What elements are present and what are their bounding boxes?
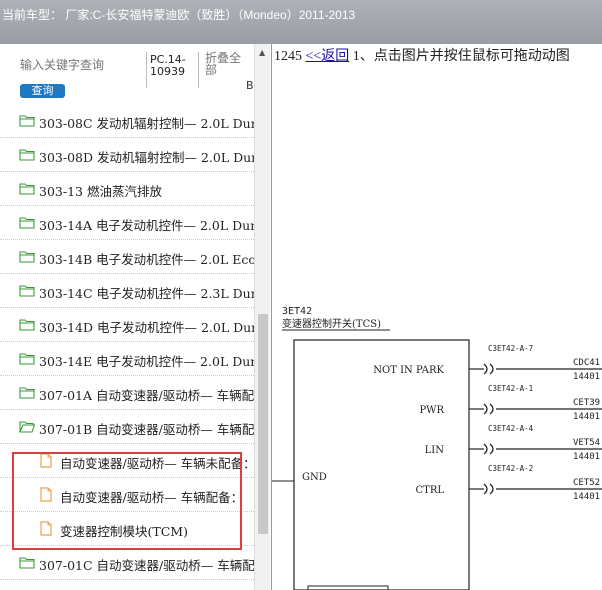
wire-code: CDC41 xyxy=(573,358,600,368)
left-scrollbar[interactable]: ▲ xyxy=(254,44,270,590)
gnd-label: GND xyxy=(302,472,327,483)
wire-number: 14401 xyxy=(573,412,600,422)
connector-symbol xyxy=(483,483,494,495)
truncated-text: B xyxy=(246,79,254,92)
component-id: 3ET42 xyxy=(282,306,312,317)
tree-item-label: 303-14D 电子发动机控件— 2.0L Durat xyxy=(39,320,254,335)
tree-item-label: 303-14B 电子发动机控件— 2.0L EcoB xyxy=(39,252,254,267)
wire-number: 14401 xyxy=(573,492,600,502)
connector-symbol xyxy=(483,403,494,415)
tree-item[interactable]: 307-01C 自动变速器/驱动桥— 车辆配 xyxy=(0,546,254,580)
pin-list: NOT IN PARK C3ET42-A-7 CDC41 14401 PWR C3ET42… xyxy=(373,344,602,502)
pc-code: PC.14-10939 xyxy=(150,53,186,78)
folder-icon xyxy=(19,353,35,365)
folder-icon xyxy=(19,115,35,127)
connector-label: C3ET42-A-4 xyxy=(488,424,534,433)
pin-label: CTRL xyxy=(416,485,445,496)
folder-icon xyxy=(19,217,35,229)
tree-item-label: 303-08D 发动机辐射控制— 2.0L Durat xyxy=(39,150,254,165)
tree-item[interactable]: 307-01B 自动变速器/驱动桥— 车辆配 xyxy=(0,410,254,444)
title-bar: 当前车型： 厂家:C-长安福特蒙迪欧（致胜）（Mondeo）2011-2013 xyxy=(0,0,602,44)
tree-item-label: 303-13 燃油蒸汽排放 xyxy=(39,184,162,199)
pin-row: PWR C3ET42-A-1 CET39 14401 xyxy=(419,384,602,422)
tree-item[interactable]: 303-14C 电子发动机控件— 2.3L Durat xyxy=(0,274,254,308)
tree-item-label: 307-01B 自动变速器/驱动桥— 车辆配 xyxy=(39,422,254,437)
tree-item-label: 307-01C 自动变速器/驱动桥— 车辆配 xyxy=(39,558,254,573)
wire-code: CET52 xyxy=(573,478,600,488)
page-number: 1245 xyxy=(274,49,302,64)
wire-code: CET39 xyxy=(573,398,600,408)
pin-label: LIN xyxy=(425,445,445,456)
tree-item-label: 303-14C 电子发动机控件— 2.3L Durat xyxy=(39,286,254,301)
folder-icon xyxy=(19,149,35,161)
component-name: 变速器控制开关(TCS) xyxy=(282,317,381,330)
page-header: 1245 <<返回 1、点击图片并按住鼠标可拖动动图 xyxy=(274,45,570,65)
tree-item[interactable]: 303-14E 电子发动机控件— 2.0L Durat xyxy=(0,342,254,376)
tree-item[interactable]: 303-14D 电子发动机控件— 2.0L Durat xyxy=(0,308,254,342)
folder-icon xyxy=(19,183,35,195)
folder-icon xyxy=(19,285,35,297)
tree-item[interactable]: 303-08C 发动机辐射控制— 2.0L Durat xyxy=(0,104,254,138)
diagram-panel: 1245 <<返回 1、点击图片并按住鼠标可拖动动图 3ET42 变速器控制开关… xyxy=(271,44,602,590)
component-box xyxy=(293,339,470,590)
pin-label: NOT IN PARK xyxy=(373,365,444,376)
tree-item-label: 307-01A 自动变速器/驱动桥— 车辆配 xyxy=(39,388,254,403)
folder-icon xyxy=(19,387,35,399)
instruction-text: 1、点击图片并按住鼠标可拖动动图 xyxy=(352,49,570,64)
tree-item-label: 303-14A 电子发动机控件— 2.0L Durat xyxy=(39,218,254,233)
pin-row: CTRL C3ET42-A-2 CET52 14401 xyxy=(416,464,602,502)
tree-item[interactable]: 307-01A 自动变速器/驱动桥— 车辆配 xyxy=(0,376,254,410)
scroll-up-icon[interactable]: ▲ xyxy=(259,48,265,57)
highlight-box xyxy=(12,452,242,550)
folder-icon xyxy=(19,557,35,569)
vehicle-title: 当前车型： 厂家:C-长安福特蒙迪欧（致胜）（Mondeo）2011-2013 xyxy=(2,8,356,22)
search-input[interactable] xyxy=(20,57,145,73)
tree-item[interactable]: 303-08D 发动机辐射控制— 2.0L Durat xyxy=(0,138,254,172)
divider xyxy=(198,52,199,88)
connector-label: C3ET42-A-1 xyxy=(488,384,533,393)
pin-row: NOT IN PARK C3ET42-A-7 CDC41 14401 xyxy=(373,344,602,382)
left-panel: 查询 PC.14-10939 折叠全部 B 303-08C 发动机辐射控制— 2… xyxy=(0,44,254,590)
folder-icon xyxy=(19,319,35,331)
pin-row: LIN C3ET42-A-4 VET54 14401 xyxy=(425,424,602,462)
back-link[interactable]: <<返回 xyxy=(306,49,350,64)
folder-open-icon xyxy=(19,421,35,433)
tree-item[interactable]: 303-13 燃油蒸汽排放 xyxy=(0,172,254,206)
tree-item-label: 303-08C 发动机辐射控制— 2.0L Durat xyxy=(39,116,254,131)
pin-label: PWR xyxy=(419,405,444,416)
divider xyxy=(146,52,147,88)
tree-item-label: 303-14E 电子发动机控件— 2.0L Durat xyxy=(39,354,254,369)
wiring-diagram[interactable]: 3ET42 变速器控制开关(TCS) GND NOT IN PARK C3ET42… xyxy=(272,294,602,590)
connector-label: C3ET42-A-2 xyxy=(488,464,533,473)
tree-item[interactable]: 303-14A 电子发动机控件— 2.0L Durat xyxy=(0,206,254,240)
collapse-all-button[interactable]: 折叠全部 xyxy=(205,52,245,76)
scrollbar-thumb[interactable] xyxy=(258,314,268,534)
wire-number: 14401 xyxy=(573,372,600,382)
connector-label: C3ET42-A-7 xyxy=(488,344,533,353)
wire-number: 14401 xyxy=(573,452,600,462)
tree-item[interactable]: 303-14B 电子发动机控件— 2.0L EcoB xyxy=(0,240,254,274)
search-button[interactable]: 查询 xyxy=(20,84,65,98)
wire-code: VET54 xyxy=(573,438,600,448)
connector-symbol xyxy=(483,443,494,455)
connector-symbol xyxy=(483,363,494,375)
folder-icon xyxy=(19,251,35,263)
